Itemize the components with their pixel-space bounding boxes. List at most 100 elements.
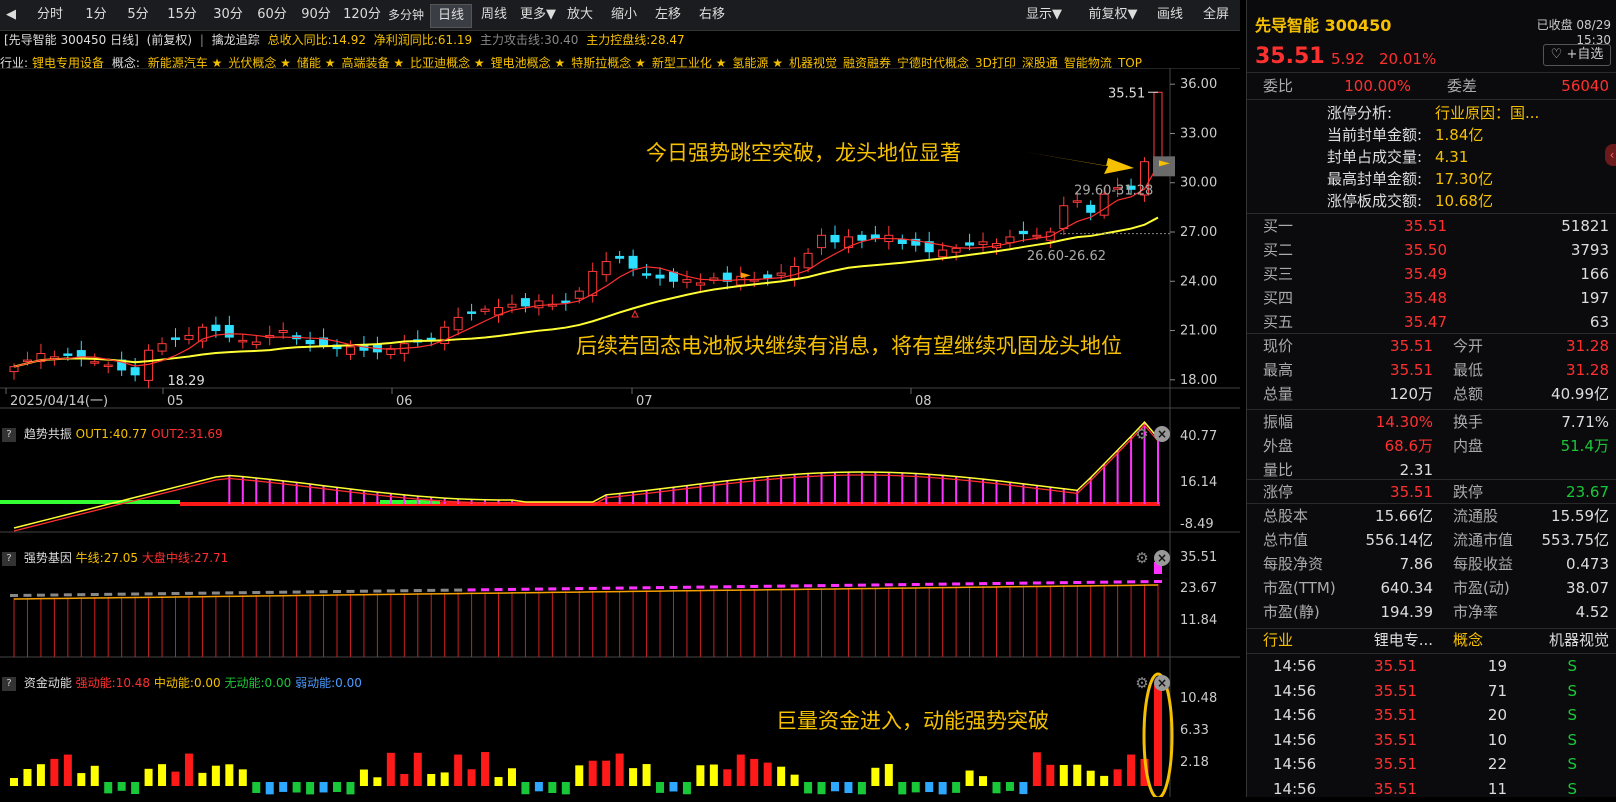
quote-row: 最高 35.51 最低 31.28 bbox=[1247, 358, 1616, 383]
y-tick-label: 16.14 bbox=[1180, 475, 1217, 490]
chevron-left-icon[interactable]: ‹ bbox=[1605, 144, 1616, 166]
quote-row: 总股本 15.66亿 流通股 15.59亿 bbox=[1247, 504, 1616, 529]
quote-row: 总量 120万 总额 40.99亿 bbox=[1247, 382, 1616, 407]
gene-marker bbox=[777, 584, 786, 588]
gear-icon[interactable]: ⚙ bbox=[1134, 550, 1150, 566]
candle-body bbox=[345, 346, 355, 355]
momentum-bar bbox=[723, 769, 732, 786]
draw-line-button[interactable]: 画线 bbox=[1152, 4, 1188, 26]
zoom-in-button[interactable]: 放大 bbox=[562, 4, 598, 26]
tick-price: 35.51 bbox=[1374, 657, 1417, 675]
gene-marker bbox=[1154, 580, 1162, 583]
momentum-bar bbox=[642, 764, 651, 786]
momentum-bar bbox=[238, 769, 247, 786]
candle-body bbox=[278, 330, 288, 333]
indicator-name[interactable]: 擒龙追踪 bbox=[212, 33, 260, 47]
momentum-bar bbox=[736, 754, 745, 786]
gene-marker bbox=[225, 591, 234, 595]
candle-body bbox=[642, 273, 652, 276]
tick-time: 14:56 bbox=[1273, 779, 1317, 798]
gear-icon[interactable]: ⚙ bbox=[1134, 675, 1150, 691]
bid-level-label: 买四 bbox=[1263, 289, 1294, 307]
fullscreen-button[interactable]: 全屏 bbox=[1196, 4, 1236, 26]
candle-body bbox=[655, 274, 665, 279]
tab-1min[interactable]: 1分 bbox=[78, 4, 114, 26]
help-icon[interactable]: ? bbox=[2, 676, 16, 691]
close-icon[interactable]: × bbox=[1154, 426, 1170, 442]
tick-volume: 10 bbox=[1487, 730, 1507, 749]
y-tick-label: 30.00 bbox=[1180, 176, 1217, 191]
tick-side: S bbox=[1567, 706, 1577, 724]
x-tick-label: 07 bbox=[636, 394, 653, 409]
momentum-bar bbox=[521, 782, 530, 795]
tab-90min[interactable]: 90分 bbox=[296, 4, 336, 26]
gene-marker bbox=[373, 589, 382, 593]
momentum-bar bbox=[790, 774, 799, 786]
momentum-bar bbox=[36, 764, 45, 786]
stat-label: 最低 bbox=[1453, 361, 1484, 379]
add-watchlist-button[interactable]: ♡ +自选 bbox=[1543, 44, 1611, 66]
tab-multi-min[interactable]: 多分钟 bbox=[384, 4, 428, 26]
candle-body bbox=[171, 337, 181, 340]
help-icon[interactable]: ? bbox=[2, 551, 16, 566]
gene-marker bbox=[1059, 581, 1068, 585]
tab-60min[interactable]: 60分 bbox=[252, 4, 292, 26]
gene-marker bbox=[1005, 581, 1014, 585]
candle-body bbox=[682, 279, 692, 283]
momentum-bar bbox=[709, 764, 718, 786]
quote-row: 每股净资 7.86 每股收益 0.473 bbox=[1247, 552, 1616, 577]
close-icon[interactable]: × bbox=[1154, 550, 1170, 566]
tab-120min[interactable]: 120分 bbox=[340, 4, 384, 26]
gene-marker bbox=[144, 592, 153, 596]
gene-marker bbox=[63, 593, 72, 597]
panel1-out1: OUT1:40.77 bbox=[75, 427, 148, 441]
panel2-name[interactable]: 强势基因 bbox=[24, 551, 72, 565]
y-tick-label: 18.00 bbox=[1180, 373, 1217, 388]
tab-more[interactable]: 更多▼ bbox=[516, 4, 560, 26]
close-icon[interactable]: × bbox=[1154, 675, 1170, 691]
tab-15min[interactable]: 15分 bbox=[162, 4, 202, 26]
zoom-out-button[interactable]: 缩小 bbox=[606, 4, 642, 26]
tick-price: 35.51 bbox=[1374, 755, 1417, 773]
momentum-bar bbox=[494, 777, 503, 786]
tab-fenshi[interactable]: 分时 bbox=[30, 4, 70, 26]
gene-marker bbox=[1073, 580, 1082, 584]
panel1-name[interactable]: 趋势共振 bbox=[24, 427, 72, 441]
candle-body bbox=[978, 241, 988, 245]
tab-30min[interactable]: 30分 bbox=[208, 4, 248, 26]
move-right-button[interactable]: 右移 bbox=[694, 4, 730, 26]
momentum-bar bbox=[534, 782, 543, 792]
quote-row: 现价 35.51 今开 31.28 bbox=[1247, 334, 1616, 359]
bid-price: 35.51 bbox=[1404, 217, 1447, 235]
momentum-bar bbox=[615, 753, 624, 786]
momentum-bar bbox=[898, 782, 907, 795]
y-tick-label: 24.00 bbox=[1180, 274, 1217, 289]
move-left-button[interactable]: 左移 bbox=[650, 4, 686, 26]
gene-marker bbox=[454, 588, 463, 592]
gear-icon[interactable]: ⚙ bbox=[1134, 426, 1150, 442]
limit-up-value: 行业原因：国... bbox=[1435, 104, 1540, 122]
display-menu[interactable]: 显示▼ bbox=[1020, 4, 1068, 26]
momentum-bar bbox=[911, 782, 920, 793]
adjust-menu[interactable]: 前复权▼ bbox=[1082, 4, 1144, 26]
collapse-icon[interactable]: ◀ bbox=[2, 4, 20, 26]
revenue-growth: 总收入同比:14.92 bbox=[267, 33, 366, 47]
gene-marker bbox=[629, 586, 638, 590]
tab-daily[interactable]: 日线 bbox=[430, 4, 472, 28]
gene-marker bbox=[36, 593, 45, 597]
momentum-bar bbox=[548, 782, 557, 794]
candle-body bbox=[790, 265, 800, 279]
panel3-name[interactable]: 资金动能 bbox=[24, 676, 72, 690]
candle-body bbox=[63, 353, 73, 356]
momentum-bar bbox=[10, 778, 18, 786]
tab-5min[interactable]: 5分 bbox=[120, 4, 156, 26]
tab-weekly[interactable]: 周线 bbox=[474, 4, 514, 26]
stat-label: 市净率 bbox=[1453, 603, 1499, 621]
momentum-bar bbox=[306, 782, 315, 795]
tick-volume: 71 bbox=[1487, 681, 1507, 700]
marker-triangle bbox=[631, 309, 639, 318]
y-tick-label: 21.00 bbox=[1180, 324, 1217, 339]
stat-label: 今开 bbox=[1453, 337, 1484, 355]
help-icon[interactable]: ? bbox=[2, 427, 16, 442]
gene-marker bbox=[615, 586, 624, 590]
